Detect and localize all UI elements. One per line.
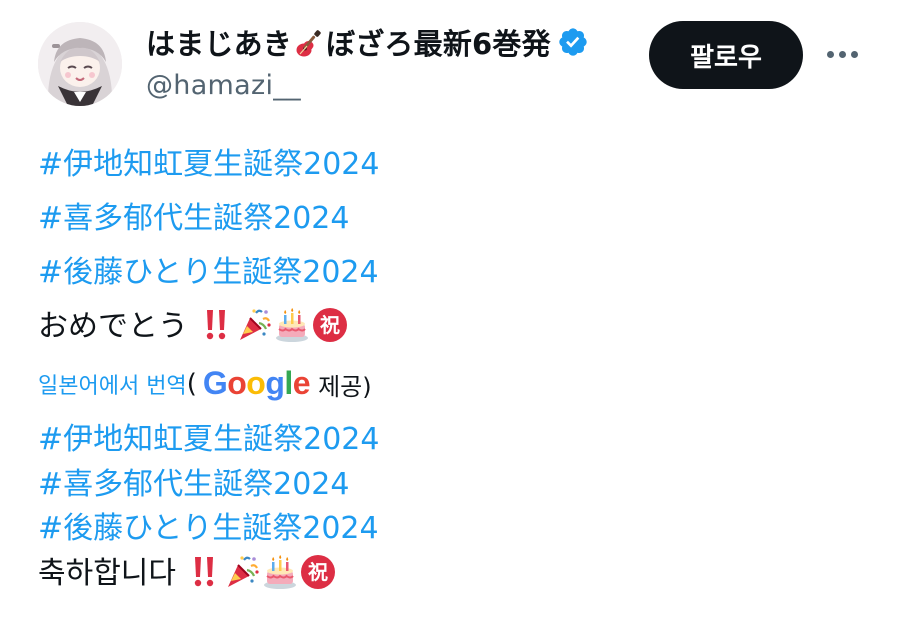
hashtag-link[interactable]: #伊地知虹夏生誕祭2024 <box>38 420 379 460</box>
more-options-icon[interactable] <box>820 36 864 72</box>
translated-message: 축하합니다 <box>38 556 176 591</box>
tweet-line: おめでとう <box>38 307 350 347</box>
tweet-line: #後藤ひとり生誕祭2024 <box>38 253 379 293</box>
translated-line: #後藤ひとり生誕祭2024 <box>38 509 379 549</box>
verified-badge-icon[interactable] <box>557 26 589 58</box>
tweet-line: #喜多郁代生誕祭2024 <box>38 199 349 239</box>
display-name[interactable]: はまじあき ぼざろ最新6巻発 <box>146 21 551 63</box>
more-dot <box>850 50 858 58</box>
birthday-cake-icon <box>262 554 298 590</box>
translated-line: #伊地知虹夏生誕祭2024 <box>38 420 379 460</box>
double-exclamation-icon <box>198 307 234 343</box>
hashtag-link[interactable]: #喜多郁代生誕祭2024 <box>38 465 349 505</box>
hashtag-link[interactable]: #後藤ひとり生誕祭2024 <box>38 253 379 293</box>
display-name-row[interactable]: はまじあき ぼざろ最新6巻発 <box>146 22 589 62</box>
follow-button[interactable]: 팔로우 <box>649 21 803 89</box>
tweet-line: #伊地知虹夏生誕祭2024 <box>38 145 379 185</box>
double-exclamation-icon <box>186 554 222 590</box>
translated-line: 축하합니다 <box>38 554 338 594</box>
more-dot <box>838 50 846 58</box>
google-logo: Google <box>202 364 311 401</box>
provided-by-label: 제공) <box>318 372 372 401</box>
congratulation-kanji-icon <box>312 307 348 343</box>
display-name-part2: ぼざろ最新6巻発 <box>326 27 551 61</box>
hashtag-link[interactable]: #喜多郁代生誕祭2024 <box>38 199 349 239</box>
hashtag-link[interactable]: #後藤ひとり生誕祭2024 <box>38 509 379 549</box>
hashtag-link[interactable]: #伊地知虹夏生誕祭2024 <box>38 145 379 185</box>
party-popper-icon <box>236 307 272 343</box>
user-handle[interactable]: @hamazi__ <box>146 70 301 101</box>
tweet-message: おめでとう <box>38 309 188 344</box>
party-popper-icon <box>224 554 260 590</box>
birthday-cake-icon <box>274 307 310 343</box>
congratulation-kanji-icon <box>300 554 336 590</box>
more-dot <box>826 50 834 58</box>
open-paren: ( <box>186 369 197 399</box>
avatar[interactable] <box>38 22 122 106</box>
guitar-icon <box>294 29 324 59</box>
translated-line: #喜多郁代生誕祭2024 <box>38 465 349 505</box>
translated-from-link[interactable]: 일본어에서 번역 <box>38 368 187 400</box>
translation-attribution: 일본어에서 번역 ( Google 제공) <box>38 364 372 404</box>
display-name-part1: はまじあき <box>146 27 293 61</box>
